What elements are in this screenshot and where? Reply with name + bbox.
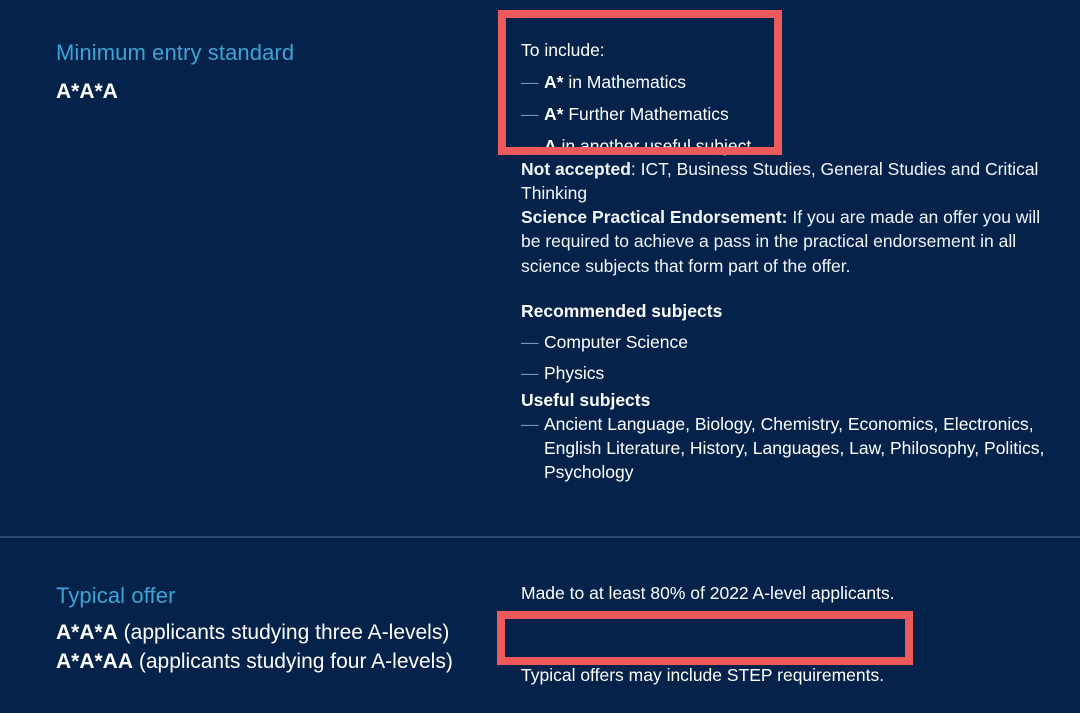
typical-offer-heading: Typical offer <box>56 583 176 608</box>
to-include-item-grade: A <box>544 136 557 157</box>
science-practical-endorsement-line: Science Practical Endorsement: If you ar… <box>521 205 1046 277</box>
to-include-block: To include: — A* in Mathematics — A* Furth… <box>521 38 781 159</box>
dash-bullet-icon: — <box>521 414 539 435</box>
useful-subject-label: Ancient Language, Biology, Chemistry, Ec… <box>544 414 1045 483</box>
typical-offer-note: Made to at least 80% of 2022 A-level app… <box>521 583 895 603</box>
typical-offer-grade: A*A*A <box>56 621 118 645</box>
step-requirements-note: Typical offers may include STEP requirem… <box>521 665 885 685</box>
typical-offer-qualifier: (applicants studying three A-levels) <box>117 621 450 645</box>
to-include-item: — A in another useful subject <box>521 134 781 158</box>
to-include-item-grade: A* <box>544 104 564 125</box>
recommended-subjects-heading: Recommended subjects <box>521 301 723 321</box>
not-accepted-line: Not accepted: ICT, Business Studies, Gen… <box>521 157 1046 205</box>
to-include-item: — A* in Mathematics <box>521 70 781 94</box>
dash-bullet-icon: — <box>521 72 539 93</box>
typical-offer-grade-row: A*A*A (applicants studying three A-level… <box>56 619 453 647</box>
list-item: — Computer Science <box>521 330 1046 354</box>
admissions-requirements-page: Minimum entry standard A*A*A To include:… <box>0 0 1080 713</box>
recommended-subject-label: Physics <box>544 363 605 384</box>
recommended-subjects-list: — Computer Science — Physics <box>521 330 1046 385</box>
recommended-subjects-block: Recommended subjects — Computer Science —… <box>521 299 1046 385</box>
to-include-item-text: Further Mathematics <box>563 104 729 125</box>
to-include-label: To include: <box>521 40 605 60</box>
typical-offer-section: Typical offer A*A*A (applicants studying… <box>0 538 1080 713</box>
to-include-item-text: in Mathematics <box>563 72 686 93</box>
typical-offer-grade-row: A*A*AA (applicants studying four A-level… <box>56 648 453 676</box>
typical-offer-grade: A*A*AA <box>56 649 134 673</box>
typical-offer-right-column: Made to at least 80% of 2022 A-level app… <box>521 581 1046 685</box>
minimum-entry-standard-heading: Minimum entry standard <box>56 40 295 65</box>
useful-subjects-block: Useful subjects — Ancient Language, Biolo… <box>521 388 1046 485</box>
dash-bullet-icon: — <box>521 332 539 353</box>
dash-bullet-icon: — <box>521 104 539 125</box>
useful-subjects-list: — Ancient Language, Biology, Chemistry, E… <box>521 412 1046 484</box>
to-include-item-grade: A* <box>544 72 564 93</box>
minimum-entry-standard-section: Minimum entry standard A*A*A To include:… <box>0 0 1080 537</box>
typical-offer-left-column: Typical offer A*A*A (applicants studying… <box>56 583 453 676</box>
typical-offer-qualifier: (applicants studying four A-levels) <box>133 649 453 673</box>
list-item: — Physics <box>521 361 1046 385</box>
to-include-item-text: in another useful subject <box>556 136 752 157</box>
not-accepted-block: Not accepted: ICT, Business Studies, Gen… <box>521 157 1046 278</box>
useful-subjects-heading: Useful subjects <box>521 390 651 410</box>
recommended-subject-label: Computer Science <box>544 332 688 353</box>
list-item: — Ancient Language, Biology, Chemistry, E… <box>521 412 1046 484</box>
minimum-entry-left-column: Minimum entry standard A*A*A <box>56 40 476 107</box>
dash-bullet-icon: — <box>521 363 539 384</box>
dash-bullet-icon: — <box>521 136 539 157</box>
science-practical-endorsement-label: Science Practical Endorsement: <box>521 207 788 228</box>
not-accepted-label: Not accepted <box>521 159 631 179</box>
to-include-item: — A* Further Mathematics <box>521 102 781 126</box>
minimum-entry-grade: A*A*A <box>56 80 118 104</box>
